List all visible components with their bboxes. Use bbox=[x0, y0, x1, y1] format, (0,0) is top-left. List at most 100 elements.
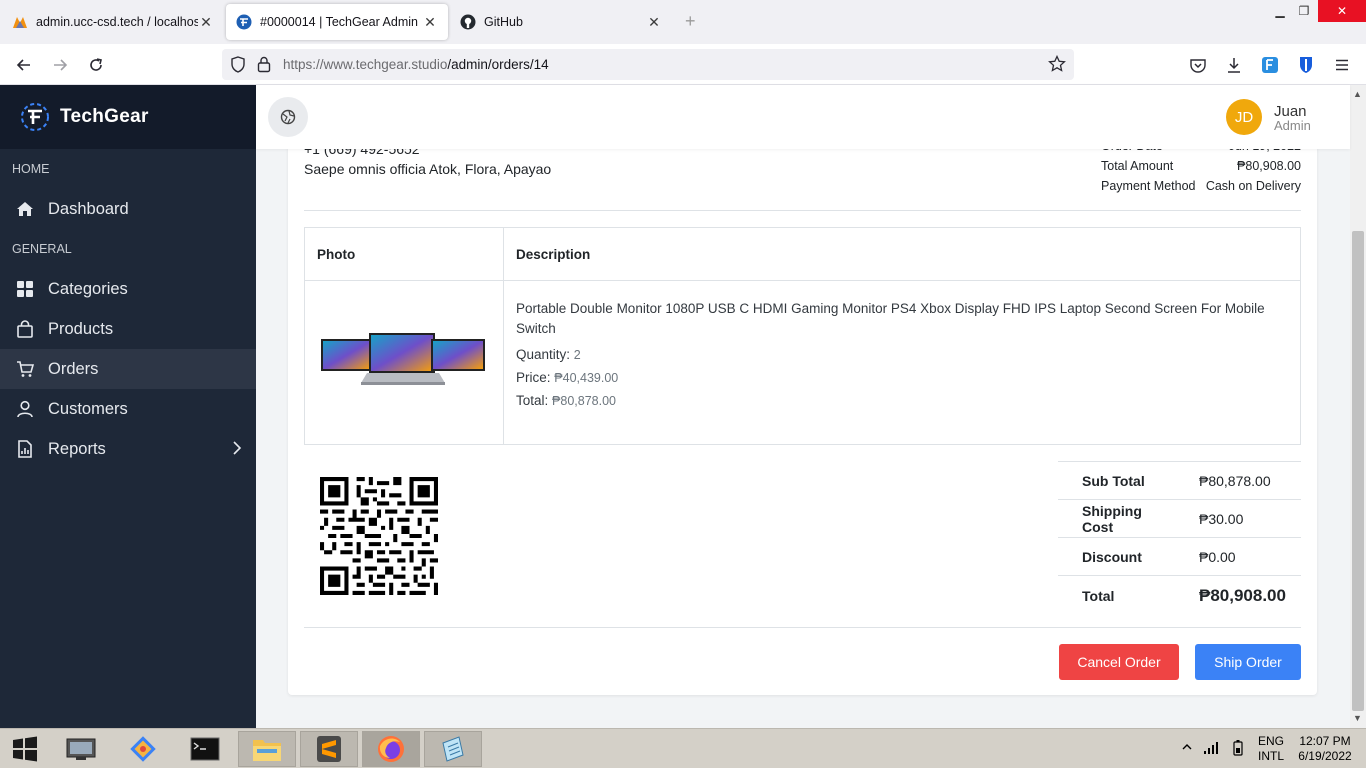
cart-icon bbox=[16, 360, 34, 378]
sidebar-item-label: Products bbox=[48, 319, 114, 338]
bookmark-star-icon[interactable] bbox=[1048, 54, 1066, 78]
sidebar-item-reports[interactable]: Reports bbox=[0, 429, 256, 469]
payment-method-value: Cash on Delivery bbox=[1205, 179, 1301, 193]
menu-icon[interactable] bbox=[1331, 54, 1353, 76]
payment-method-label: Payment Method bbox=[1101, 179, 1196, 193]
browser-tab-techgear[interactable]: #0000014 | TechGear Admin ✕ bbox=[226, 4, 448, 40]
notepad-icon[interactable] bbox=[424, 731, 482, 767]
techgear-logo-icon bbox=[21, 103, 49, 131]
tray-expand-icon[interactable] bbox=[1182, 741, 1192, 755]
order-totals-table: Sub Total ₱80,878.00 Shipping Cost ₱30.0… bbox=[1058, 461, 1301, 616]
terminal-icon[interactable] bbox=[176, 731, 234, 767]
tab-title: GitHub bbox=[484, 15, 523, 29]
top-header: JD Juan Admin bbox=[256, 85, 1350, 149]
divider bbox=[304, 627, 1301, 628]
user-name[interactable]: Juan bbox=[1274, 104, 1307, 119]
bitwarden-icon[interactable] bbox=[1295, 54, 1317, 76]
ship-order-button[interactable]: Ship Order bbox=[1195, 644, 1301, 680]
sidebar-item-orders[interactable]: Orders bbox=[0, 349, 256, 389]
sidebar-item-customers[interactable]: Customers bbox=[0, 389, 256, 429]
reload-icon[interactable] bbox=[85, 54, 107, 76]
sidebar-item-products[interactable]: Products bbox=[0, 309, 256, 349]
product-photo bbox=[321, 333, 485, 385]
line-total-value: ₱80,878.00 bbox=[552, 394, 616, 408]
product-description-cell: Portable Double Monitor 1080P USB C HDMI… bbox=[503, 280, 1301, 445]
close-tab-icon[interactable]: ✕ bbox=[422, 14, 438, 31]
total-amount-label: Total Amount bbox=[1101, 159, 1174, 173]
home-icon bbox=[16, 200, 34, 218]
shipping-label: Shipping Cost bbox=[1058, 499, 1175, 538]
file-explorer-icon[interactable] bbox=[238, 731, 296, 767]
close-tab-icon[interactable]: ✕ bbox=[198, 14, 214, 31]
order-items-table: Photo Description Portable Double Monito… bbox=[304, 227, 1301, 445]
subtotal-label: Sub Total bbox=[1058, 461, 1175, 500]
battery-icon[interactable] bbox=[1233, 740, 1243, 759]
minimize-icon[interactable]: ▁ bbox=[1270, 0, 1290, 22]
grid-icon bbox=[16, 280, 34, 298]
quantity-label: Quantity: bbox=[516, 347, 571, 362]
browser-nav-bar: https://www.techgear.studio/admin/orders… bbox=[0, 44, 1366, 85]
signal-icon[interactable] bbox=[1203, 741, 1219, 758]
shield-icon[interactable] bbox=[230, 56, 246, 78]
close-window-icon[interactable]: ✕ bbox=[1318, 0, 1366, 22]
product-photo-cell bbox=[304, 280, 504, 445]
sidebar-item-categories[interactable]: Categories bbox=[0, 269, 256, 309]
sublime-text-icon[interactable] bbox=[300, 731, 358, 767]
quantity-line: Quantity: 2 bbox=[516, 347, 1288, 362]
column-header-photo: Photo bbox=[304, 227, 504, 281]
extension-f-icon[interactable] bbox=[1259, 54, 1281, 76]
new-tab-icon[interactable]: + bbox=[685, 11, 696, 32]
report-icon bbox=[16, 440, 34, 458]
discount-row: Discount ₱0.00 bbox=[1058, 537, 1301, 576]
line-total-line: Total: ₱80,878.00 bbox=[516, 393, 1288, 408]
scroll-up-icon[interactable]: ▲ bbox=[1353, 89, 1362, 99]
pocket-icon[interactable] bbox=[1187, 54, 1209, 76]
browser-tab-phpmyadmin[interactable]: admin.ucc-csd.tech / localhost ✕ bbox=[2, 4, 224, 40]
sidebar-item-label: Categories bbox=[48, 279, 128, 298]
restore-icon[interactable]: ❐ bbox=[1294, 0, 1314, 22]
sidebar-item-label: Customers bbox=[48, 399, 128, 418]
cancel-order-button[interactable]: Cancel Order bbox=[1059, 644, 1179, 680]
back-icon[interactable] bbox=[13, 54, 35, 76]
user-icon bbox=[16, 400, 34, 418]
sidebar-item-dashboard[interactable]: Dashboard bbox=[0, 189, 256, 229]
scroll-down-icon[interactable]: ▼ bbox=[1353, 713, 1362, 723]
close-tab-icon[interactable]: ✕ bbox=[646, 14, 662, 31]
task-view-icon[interactable] bbox=[52, 731, 110, 767]
browser-tab-github[interactable]: GitHub ✕ bbox=[450, 4, 672, 40]
language-indicator[interactable]: ENG INTL bbox=[1258, 734, 1284, 764]
section-label-general: GENERAL bbox=[12, 242, 72, 256]
qr-code bbox=[320, 477, 438, 595]
git-icon[interactable] bbox=[114, 731, 172, 767]
forward-icon[interactable] bbox=[49, 54, 71, 76]
section-label-home: HOME bbox=[12, 162, 50, 176]
grand-total-row: Total ₱80,908.00 bbox=[1058, 575, 1301, 616]
github-icon bbox=[460, 14, 476, 30]
windows-start-icon[interactable] bbox=[0, 731, 50, 767]
keyboard-layout: INTL bbox=[1258, 749, 1285, 763]
taskbar: ENG INTL 12:07 PM 6/19/2022 bbox=[0, 728, 1366, 768]
address-bar[interactable]: https://www.techgear.studio/admin/orders… bbox=[222, 49, 1074, 80]
bag-icon bbox=[16, 320, 34, 338]
column-header-description: Description bbox=[503, 227, 1301, 281]
sidebar-item-label: Reports bbox=[48, 439, 106, 458]
firefox-icon[interactable] bbox=[362, 731, 420, 767]
scrollbar-thumb[interactable] bbox=[1352, 231, 1364, 711]
downloads-icon[interactable] bbox=[1223, 54, 1245, 76]
price-line: Price: ₱40,439.00 bbox=[516, 370, 1288, 385]
brand[interactable]: TechGear bbox=[0, 85, 256, 149]
sidebar-toggle-button[interactable] bbox=[268, 97, 308, 137]
page-scrollbar[interactable]: ▲ ▼ bbox=[1350, 85, 1366, 728]
language-code: ENG bbox=[1258, 734, 1285, 748]
clock[interactable]: 12:07 PM 6/19/2022 bbox=[1296, 734, 1354, 764]
line-total-label: Total: bbox=[516, 393, 549, 408]
globe-icon bbox=[280, 109, 296, 125]
total-amount-value: ₱80,908.00 bbox=[1237, 159, 1301, 173]
sidebar: TechGear HOME Dashboard GENERAL Categori… bbox=[0, 85, 256, 728]
avatar[interactable]: JD bbox=[1226, 99, 1262, 135]
customer-address: Saepe omnis officia Atok, Flora, Apayao bbox=[304, 161, 552, 177]
subtotal-value: ₱80,878.00 bbox=[1175, 461, 1301, 500]
shipping-value: ₱30.00 bbox=[1175, 499, 1301, 538]
lock-icon[interactable] bbox=[257, 56, 271, 78]
techgear-favicon-icon bbox=[236, 14, 252, 30]
